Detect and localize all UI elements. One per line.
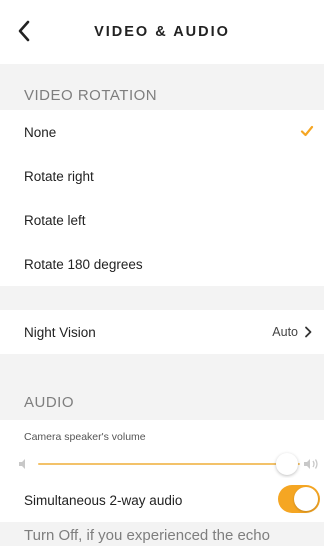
rotation-option-label: None: [24, 124, 57, 140]
rotation-option-label: Rotate 180 degrees: [24, 256, 143, 272]
rotation-option-label: Rotate left: [24, 212, 86, 228]
volume-slider[interactable]: [18, 452, 324, 476]
echo-note: Turn Off, if you experienced the echo: [24, 527, 270, 544]
rotation-option-rotate-180[interactable]: Rotate 180 degrees: [0, 242, 324, 286]
night-vision-value: Auto: [272, 325, 298, 339]
volume-slider-track: [38, 463, 300, 465]
night-vision-label: Night Vision: [24, 324, 96, 340]
volume-slider-thumb[interactable]: [275, 453, 298, 475]
rotation-option-label: Rotate right: [24, 168, 94, 184]
rotation-option-none[interactable]: None: [0, 110, 324, 154]
audio-section-label: AUDIO: [24, 394, 75, 411]
chevron-right-icon: [305, 326, 312, 338]
speaker-low-icon: [19, 459, 25, 469]
night-vision-row[interactable]: Night Vision Auto: [0, 310, 324, 354]
video-rotation-section-header: VIDEO ROTATION: [0, 64, 324, 112]
volume-label: Camera speaker's volume: [24, 431, 146, 443]
rotation-option-rotate-right[interactable]: Rotate right: [0, 154, 324, 198]
two-way-audio-label: Simultaneous 2-way audio: [24, 492, 183, 508]
audio-section-header: AUDIO: [0, 354, 324, 420]
checkmark-icon: [300, 125, 314, 137]
rotation-option-rotate-left[interactable]: Rotate left: [0, 198, 324, 242]
section-spacer: [0, 286, 324, 310]
two-way-audio-toggle[interactable]: [278, 485, 320, 513]
navigation-header: VIDEO & AUDIO: [0, 0, 324, 64]
video-rotation-section-label: VIDEO ROTATION: [24, 87, 158, 104]
night-vision-value-group: Auto: [272, 310, 312, 354]
speaker-high-icon: [304, 459, 318, 469]
page-title: VIDEO & AUDIO: [94, 24, 230, 40]
toggle-knob: [294, 487, 318, 511]
two-way-audio-row: Simultaneous 2-way audio: [0, 478, 324, 522]
